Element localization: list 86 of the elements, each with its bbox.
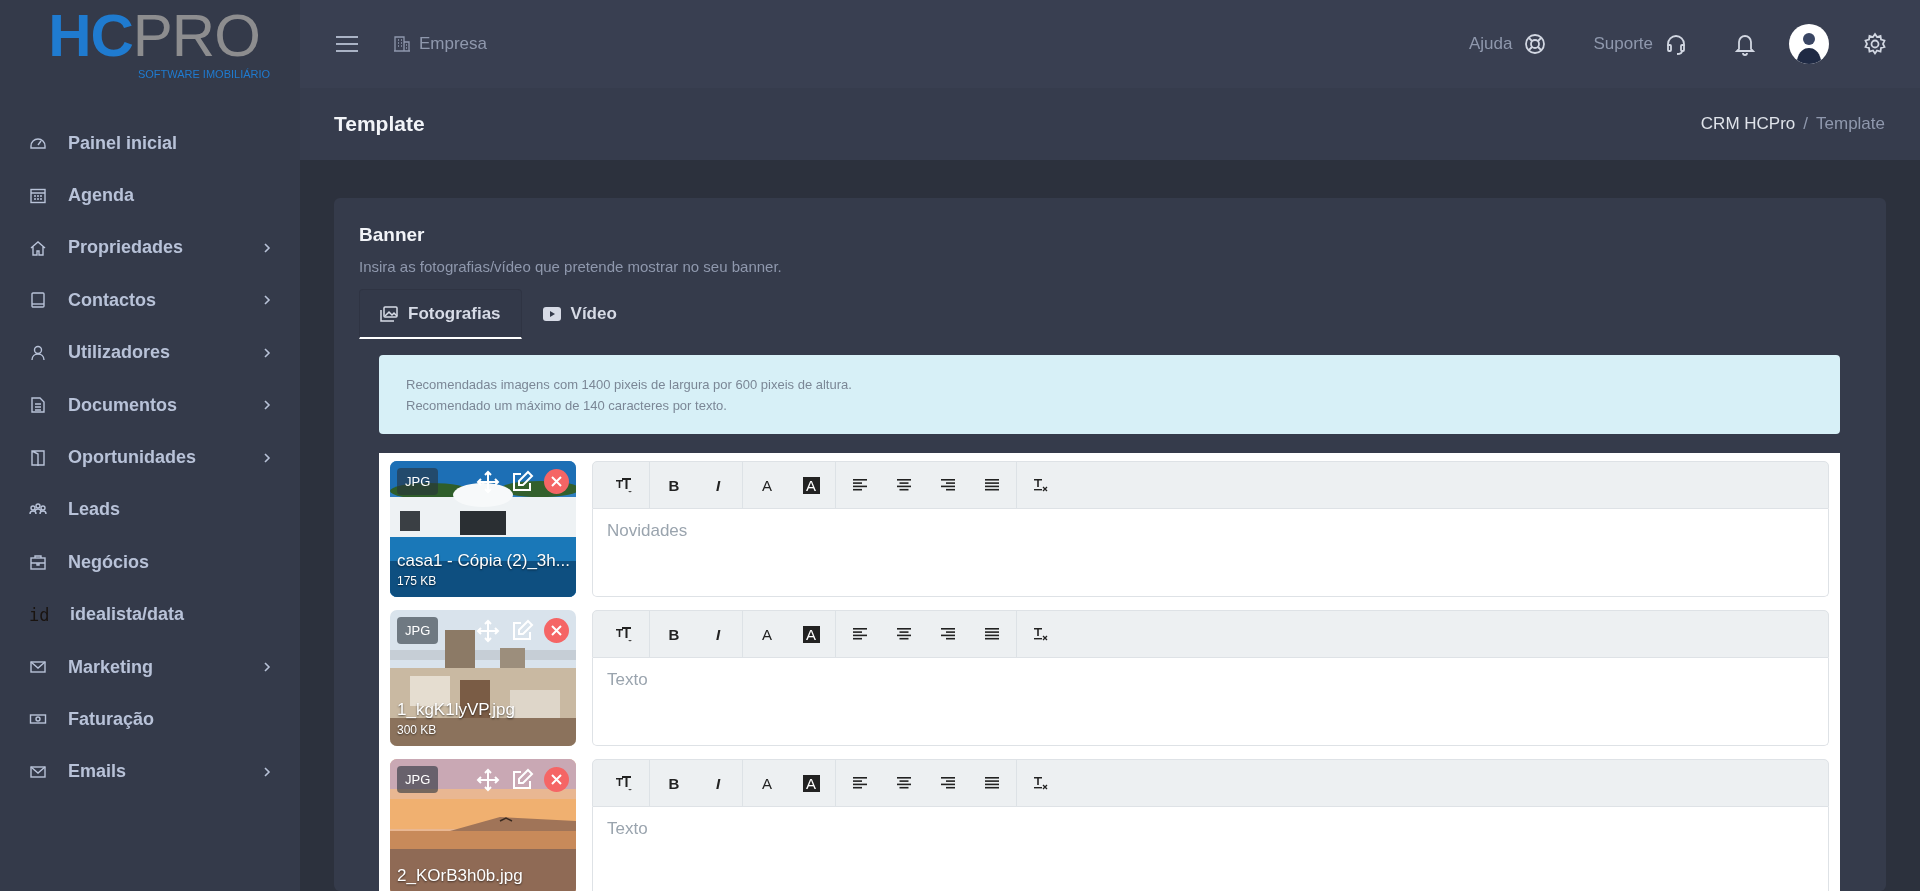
align-left-icon [853, 628, 867, 640]
logo-tagline: SOFTWARE IMOBILIÁRIO [137, 68, 271, 80]
sidebar-item[interactable]: Documentos [0, 378, 300, 432]
file-size: 175 KB [397, 574, 438, 588]
align-left-icon [853, 479, 867, 491]
italic-button[interactable]: I [696, 469, 740, 501]
text-field[interactable]: Texto [592, 658, 1829, 746]
italic-button[interactable]: I [696, 767, 740, 799]
align-center-icon [897, 479, 911, 491]
document-icon [29, 396, 47, 415]
align-right-icon [941, 628, 955, 640]
justify-icon [985, 777, 999, 789]
breadcrumb-separator: / [1803, 114, 1808, 134]
text-color-button[interactable]: A [745, 767, 789, 799]
building-icon [393, 35, 411, 53]
align-right-icon [941, 479, 955, 491]
file-name: 2_KOrB3h0b.jpg [397, 866, 524, 886]
bold-button[interactable]: B [652, 767, 696, 799]
text-color-button[interactable]: A [745, 469, 789, 501]
sidebar-item[interactable]: Marketing [0, 640, 300, 694]
sidebar-item[interactable]: Painel inicial [0, 117, 300, 170]
sidebar-item[interactable]: Faturação [0, 693, 300, 746]
font-size-icon [616, 477, 634, 493]
edit-icon[interactable] [510, 469, 534, 494]
close-icon[interactable] [544, 767, 569, 792]
company-link[interactable]: Empresa [393, 34, 488, 54]
logo-icon: id [29, 604, 49, 625]
sidebar-item[interactable]: Agenda [0, 169, 300, 222]
calendar-icon [29, 186, 47, 205]
door-icon [29, 448, 47, 467]
clear-format-icon [1034, 776, 1048, 790]
italic-button[interactable]: I [696, 618, 740, 650]
support-link[interactable]: Suporte [1593, 33, 1687, 55]
font-size-icon [616, 775, 634, 791]
align-left-icon [853, 777, 867, 789]
page-title: Template [334, 112, 425, 136]
lifebuoy-icon [1524, 33, 1547, 55]
video-play-icon [542, 306, 561, 321]
align-center-icon [897, 777, 911, 789]
justify-icon [985, 479, 999, 491]
images-icon [380, 305, 398, 322]
close-icon[interactable] [544, 618, 569, 643]
help-link[interactable]: Ajuda [1468, 33, 1547, 55]
sidebar-item[interactable]: id idealista/data [0, 588, 300, 641]
user-avatar[interactable] [1789, 24, 1829, 64]
sidebar-item[interactable]: Emails [0, 745, 300, 799]
sidebar-item[interactable]: Utilizadores [0, 326, 300, 379]
tab[interactable]: Fotografias [359, 289, 522, 339]
headset-icon [1665, 33, 1687, 55]
file-size: 300 KB [397, 723, 438, 737]
briefcase-icon [29, 553, 47, 572]
file-type-badge: JPG [397, 468, 439, 495]
tab[interactable]: Vídeo [521, 289, 638, 339]
sidebar-item[interactable]: Negócios [0, 536, 300, 589]
clear-format-icon [1034, 627, 1048, 641]
book-icon [29, 291, 47, 310]
sidebar-item[interactable]: Leads [0, 483, 300, 537]
user-icon [29, 343, 47, 362]
info-text: Recomendadas imagens com 1400 pixeis de largura por 600 pixeis de altura. [406, 376, 853, 394]
close-icon[interactable] [544, 469, 569, 494]
clear-format-icon [1034, 478, 1048, 492]
move-icon[interactable] [476, 469, 500, 494]
sidebar-item[interactable]: Contactos [0, 274, 300, 327]
settings-icon[interactable] [1863, 32, 1887, 56]
notification-bell-icon[interactable] [1734, 32, 1756, 56]
file-type-badge: JPG [397, 617, 439, 644]
align-center-icon [897, 628, 911, 640]
home-icon [29, 238, 47, 257]
menu-icon[interactable] [335, 35, 359, 53]
breadcrumb-link[interactable]: CRM HCPro [1700, 114, 1796, 134]
align-right-icon [941, 777, 955, 789]
text-field[interactable]: Novidades [592, 509, 1829, 597]
text-color-button[interactable]: A [745, 618, 789, 650]
text-field[interactable]: Texto [592, 807, 1829, 891]
info-text: Recomendado um máximo de 140 caracteres por texto. [406, 397, 728, 415]
section-description: Insira as fotografias/vídeo que pretende mostrar no seu banner. [359, 258, 783, 275]
logo[interactable]: HCPRO [48, 6, 260, 66]
justify-icon [985, 628, 999, 640]
bold-button[interactable]: B [652, 469, 696, 501]
section-title: Banner [359, 224, 426, 246]
file-type-badge: JPG [397, 766, 439, 793]
sidebar-item[interactable]: Oportunidades [0, 431, 300, 484]
sidebar-item[interactable]: Propriedades [0, 221, 300, 275]
font-size-icon [616, 626, 634, 642]
bold-button[interactable]: B [652, 618, 696, 650]
file-name: casa1 - Cópia (2)_3h... [397, 551, 571, 571]
